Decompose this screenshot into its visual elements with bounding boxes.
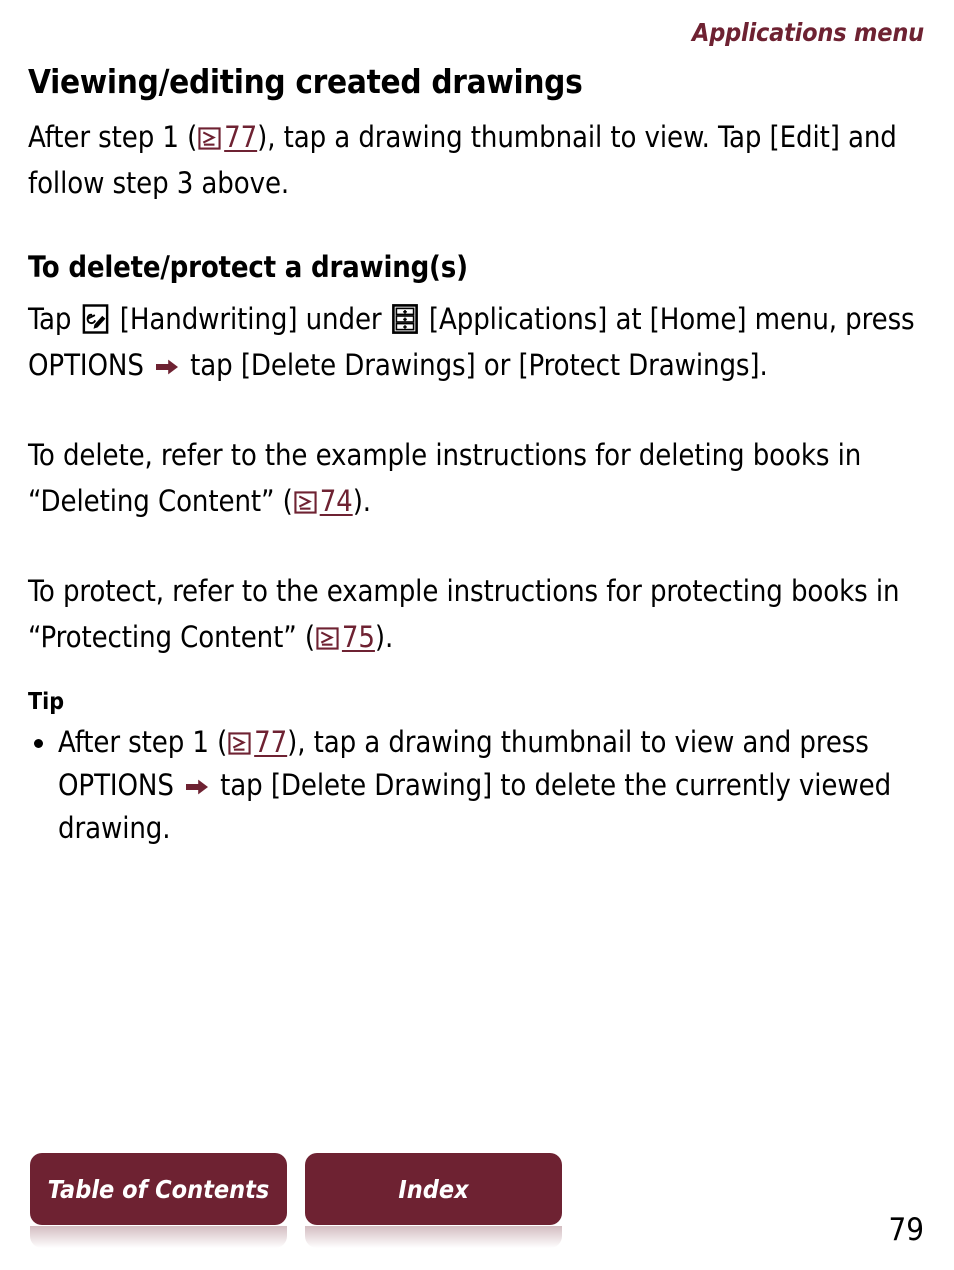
page-reference-number: 77 (224, 120, 258, 155)
paragraph-to-protect: To protect, refer to the example instruc… (28, 568, 928, 660)
page-title: Viewing/editing created drawings (28, 62, 583, 101)
page-reference-number: 77 (254, 725, 288, 760)
running-header: Applications menu (692, 18, 924, 47)
paragraph-text-after-ref: ). (374, 620, 394, 655)
paragraph-text-after-ref: ). (352, 484, 371, 519)
tip-text-after-arrow: tap [Delete Drawing] to delete the curre… (58, 768, 892, 846)
page-content: Viewing/editing created drawings After s… (28, 62, 928, 850)
page-reference-icon (294, 491, 317, 514)
index-button[interactable]: Index (305, 1153, 562, 1225)
paragraph-segment-1: Tap (28, 302, 72, 337)
page-reference-link-74[interactable]: 74 (293, 484, 353, 518)
page-reference-icon (228, 732, 251, 756)
tip-list: After step 1 (77), tap a drawing thumbna… (28, 721, 928, 850)
paragraph-text-before-ref: After step 1 ( (28, 120, 198, 155)
applications-menu-icon (391, 304, 418, 335)
right-arrow-icon (185, 780, 208, 795)
tip-text-before-ref: After step 1 ( (58, 725, 228, 760)
paragraph-to-delete: To delete, refer to the example instruct… (28, 432, 928, 524)
toc-button-wrap: Table of Contents (30, 1153, 287, 1248)
paragraph-text-before-ref: To protect, refer to the example instruc… (28, 574, 900, 655)
index-button-reflection (305, 1226, 562, 1248)
right-arrow-icon (155, 359, 178, 375)
page-number: 79 (888, 1212, 924, 1248)
page-reference-number: 75 (341, 620, 375, 655)
paragraph-text-before-ref: To delete, refer to the example instruct… (28, 438, 862, 519)
table-of-contents-button[interactable]: Table of Contents (30, 1153, 287, 1225)
paragraph-delete-protect: Tap [Handwriting] under [Applications] a… (28, 296, 928, 388)
page-reference-number: 74 (319, 484, 353, 519)
handwriting-app-icon (82, 304, 108, 334)
tip-heading: Tip (28, 689, 65, 716)
toc-button-reflection (30, 1226, 287, 1248)
index-button-wrap: Index (305, 1153, 562, 1248)
subsection-title: To delete/protect a drawing(s) (28, 250, 468, 285)
paragraph-viewing-editing: After step 1 (77), tap a drawing thumbna… (28, 114, 928, 206)
page-reference-link-77b[interactable]: 77 (227, 725, 287, 759)
list-item: After step 1 (77), tap a drawing thumbna… (28, 721, 928, 850)
paragraph-segment-2: [Handwriting] under (119, 302, 382, 337)
footer-navigation: Table of Contents Index (30, 1153, 562, 1248)
page-reference-link-77a[interactable]: 77 (197, 120, 257, 154)
bullet-icon (34, 739, 43, 749)
paragraph-segment-4: tap [Delete Drawings] or [Protect Drawin… (190, 348, 768, 383)
page-reference-link-75[interactable]: 75 (315, 620, 375, 654)
page-reference-icon (198, 127, 221, 150)
page-reference-icon (316, 627, 339, 650)
